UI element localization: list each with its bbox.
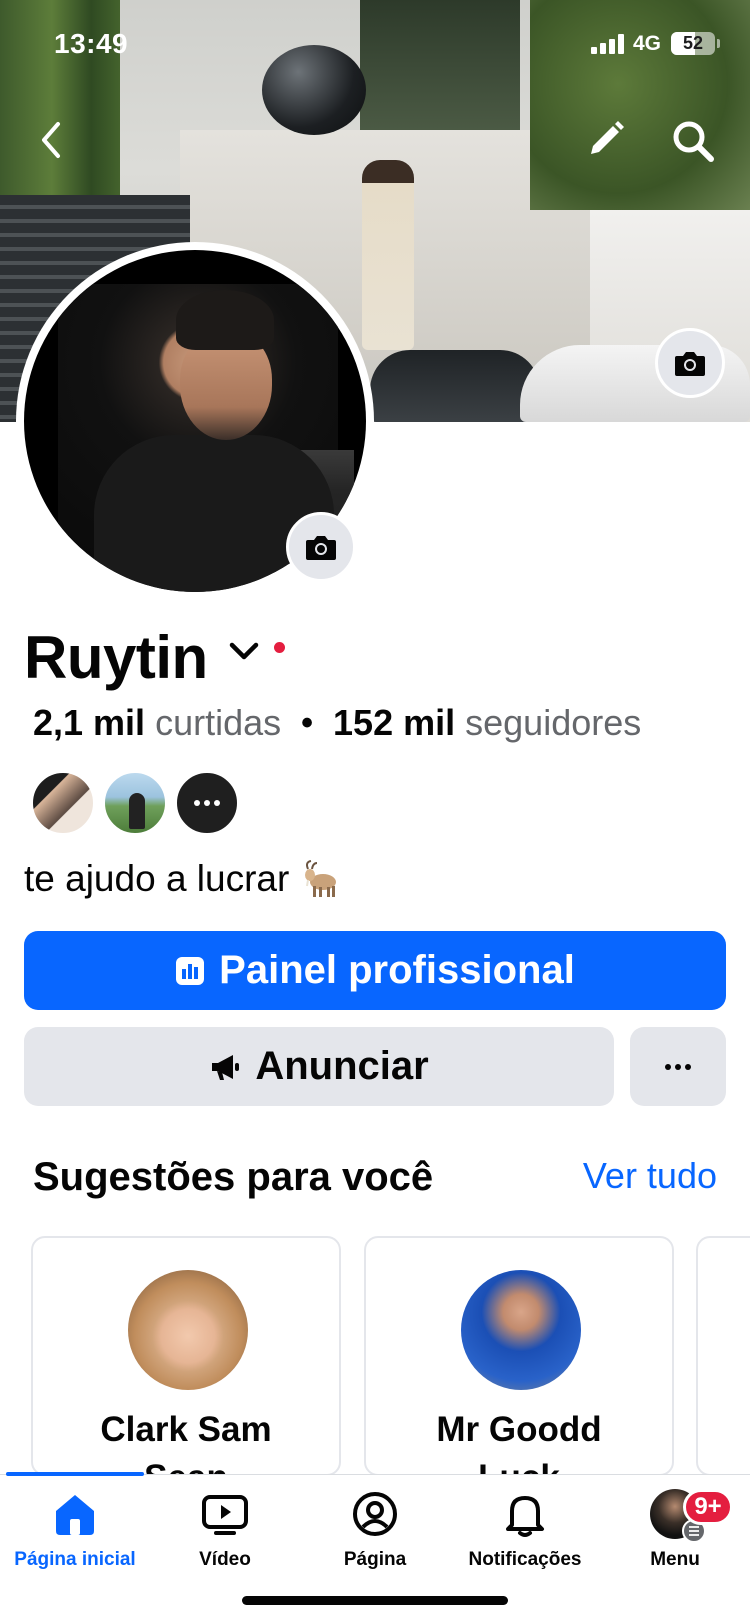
followers-label[interactable]: seguidores: [465, 702, 641, 744]
suggestion-name[interactable]: Mr Goodd Luck: [366, 1406, 672, 1474]
avatar-camera-button[interactable]: [286, 512, 356, 582]
cover-car-dark-shape: [370, 350, 540, 422]
mutual-avatars[interactable]: [31, 771, 247, 835]
likes-label[interactable]: curtidas: [155, 702, 281, 744]
more-options-button[interactable]: [630, 1027, 726, 1106]
suggestion-name[interactable]: Clark Sam Sean: [33, 1406, 339, 1474]
tab-notifications[interactable]: Notificações: [450, 1489, 600, 1589]
bell-icon: [506, 1496, 544, 1537]
video-icon: [202, 1495, 248, 1535]
tab-page-label: Página: [343, 1549, 407, 1570]
battery-tip: [717, 39, 720, 48]
unread-dot: [273, 641, 285, 653]
advertise-button[interactable]: Anunciar: [24, 1027, 614, 1106]
tab-video-label: Vídeo: [199, 1549, 251, 1570]
professional-dashboard-button[interactable]: Painel profissional: [24, 931, 726, 1010]
profile-name-row[interactable]: Ruytin: [24, 622, 285, 692]
chevron-left-icon[interactable]: [34, 118, 70, 162]
battery-level: 52: [682, 33, 704, 53]
tab-page[interactable]: Página: [300, 1489, 450, 1589]
active-tab-indicator: [6, 1472, 144, 1476]
bio-text: te ajudo a lucrar: [24, 858, 290, 899]
goat-icon: [305, 860, 337, 897]
camera-icon: [675, 352, 705, 376]
home-icon: [56, 1495, 94, 1535]
suggestion-name-line2: Luck: [366, 1454, 672, 1474]
megaphone-icon: [212, 1054, 240, 1080]
cover-camera-button[interactable]: [655, 328, 725, 398]
tab-menu-label: Menu: [650, 1549, 700, 1570]
suggestion-avatar[interactable]: [461, 1270, 581, 1390]
more-horizontal-icon: [665, 1063, 691, 1070]
followers-count[interactable]: 152 mil: [333, 702, 455, 744]
camera-icon: [306, 536, 336, 560]
search-icon[interactable]: [670, 118, 716, 164]
home-indicator[interactable]: [242, 1596, 508, 1605]
bar-chart-icon: [176, 956, 205, 985]
status-time: 13:49: [54, 28, 129, 59]
cover-person-shape: [362, 160, 414, 350]
more-horizontal-icon: [194, 800, 220, 806]
professional-dashboard-label: Painel profissional: [219, 948, 575, 992]
avatar-hair-shape: [176, 290, 274, 350]
chevron-down-icon[interactable]: [226, 633, 262, 669]
network-type: 4G: [633, 32, 662, 55]
signal-icon: [591, 34, 627, 54]
suggestion-card-partial[interactable]: [696, 1236, 750, 1476]
mutual-avatar[interactable]: [103, 771, 167, 835]
suggestion-avatar[interactable]: [128, 1270, 248, 1390]
profile-stats: 2,1 mil curtidas • 152 mil seguidores: [33, 702, 641, 744]
suggestion-card[interactable]: Mr Goodd Luck: [364, 1236, 674, 1476]
battery-icon: 52: [671, 32, 715, 55]
stats-separator: •: [301, 703, 314, 742]
suggestion-name-line1: Mr Goodd: [436, 1410, 602, 1449]
profile-name: Ruytin: [24, 623, 208, 691]
advertise-label: Anunciar: [255, 1044, 429, 1088]
likes-count[interactable]: 2,1 mil: [33, 702, 145, 744]
see-all-link[interactable]: Ver tudo: [583, 1155, 717, 1197]
status-bar: 13:49 4G 52: [0, 0, 750, 90]
mutual-avatar[interactable]: [31, 771, 95, 835]
pencil-icon[interactable]: [585, 118, 627, 160]
tab-video[interactable]: Vídeo: [150, 1489, 300, 1589]
suggestions-title: Sugestões para você: [33, 1155, 434, 1199]
tab-home[interactable]: Página inicial: [0, 1489, 150, 1589]
more-avatars-button[interactable]: [175, 771, 239, 835]
tab-home-label: Página inicial: [14, 1549, 136, 1570]
page-profile-icon: [353, 1492, 397, 1536]
suggestion-card[interactable]: Clark Sam Sean: [31, 1236, 341, 1476]
tab-notifications-label: Notificações: [468, 1549, 582, 1570]
suggestion-name-line1: Clark Sam: [100, 1410, 272, 1449]
menu-notification-badge: 9+: [683, 1489, 733, 1525]
profile-bio: te ajudo a lucrar: [24, 858, 345, 900]
